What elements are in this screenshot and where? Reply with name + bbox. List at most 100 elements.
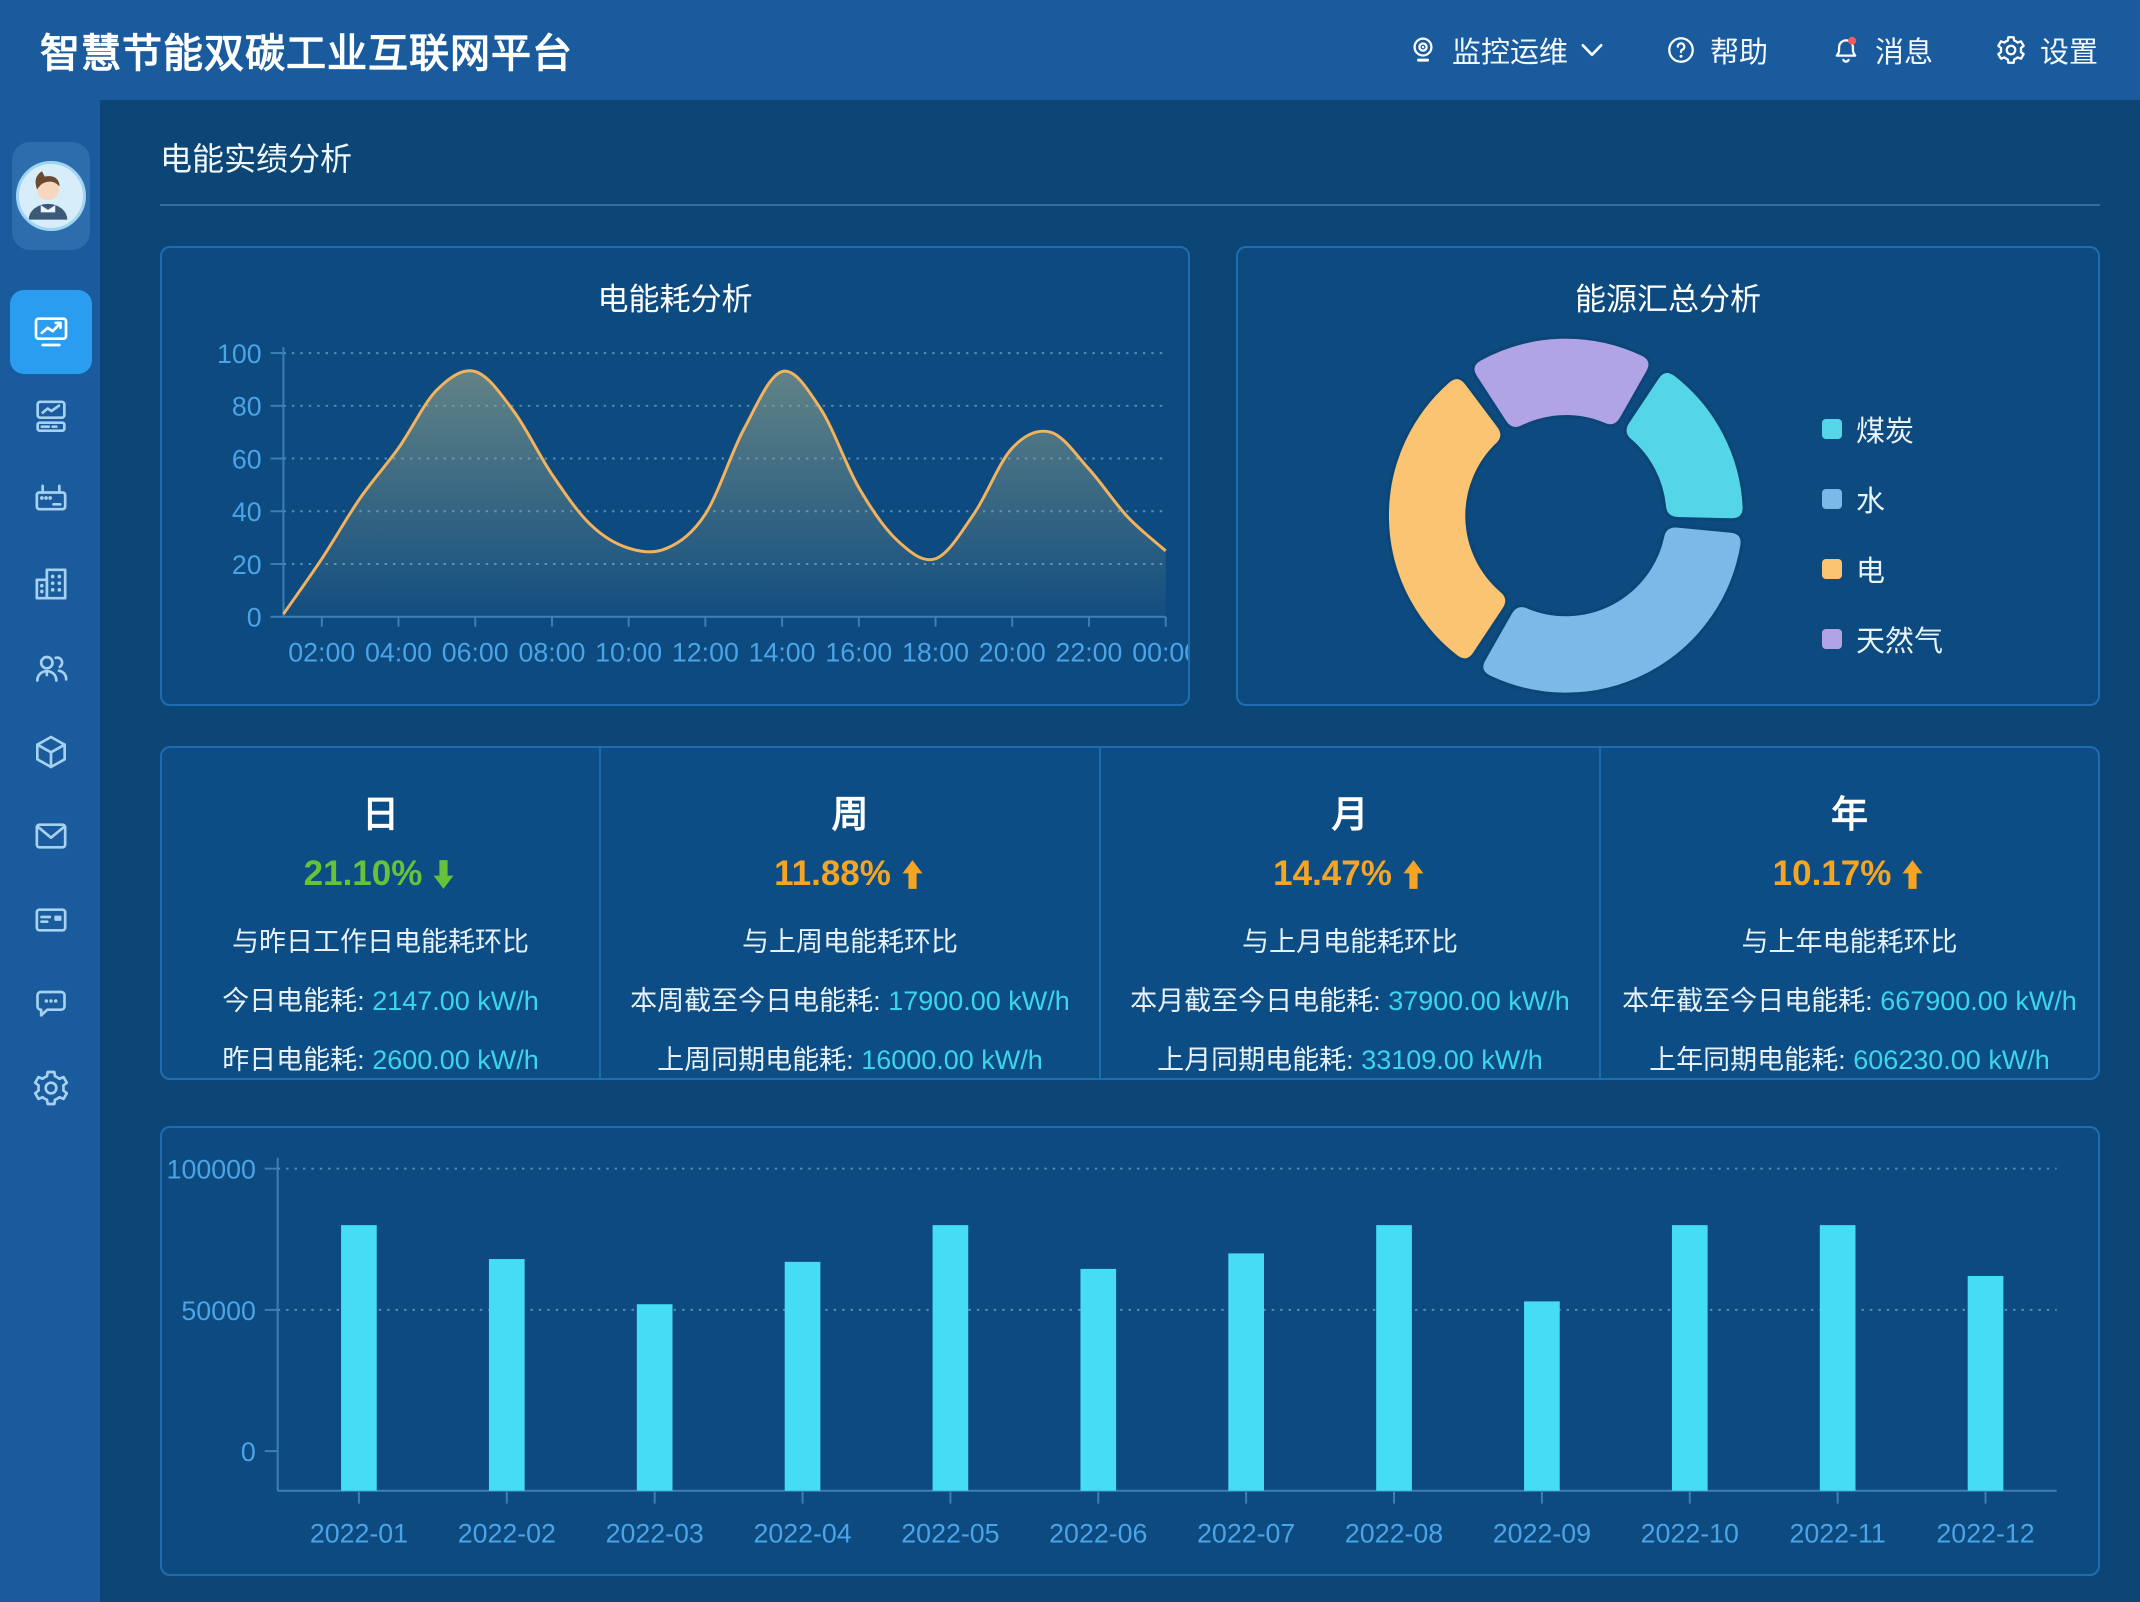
stat-desc: 与上周电能耗环比	[601, 920, 1099, 959]
axis-tick-label: 0	[241, 1437, 256, 1467]
axis-tick-label: 60	[232, 444, 262, 474]
users-group-icon	[31, 648, 71, 688]
menu-item-label: 监控运维	[1452, 29, 1568, 71]
legend-label: 煤炭	[1856, 408, 1914, 450]
stat-percent-value: 11.88%	[774, 854, 891, 894]
bar-2022-03[interactable]	[637, 1304, 673, 1491]
axis-tick-label: 2022-12	[1936, 1518, 2034, 1548]
system-settings-icon	[31, 1068, 71, 1108]
help-icon	[1665, 34, 1697, 66]
stat-row-label: 上周同期电能耗:	[657, 1045, 861, 1075]
bar-chart[interactable]: 0500001000002022-012022-022022-032022-04…	[162, 1128, 2098, 1574]
notification-badge-dot	[1848, 37, 1856, 45]
donut-slice-天然气[interactable]	[1473, 337, 1650, 428]
menu-item-label: 消息	[1875, 29, 1933, 71]
stat-value: 17900.00 kW/h	[888, 986, 1070, 1016]
monthly-energy-panel: 0500001000002022-012022-022022-032022-04…	[160, 1126, 2100, 1576]
bar-2022-09[interactable]	[1524, 1301, 1560, 1490]
stat-card: 周 11.88% 与上周电能耗环比 本周截至今日电能耗: 17900.00 kW…	[599, 748, 1099, 1078]
stat-value: 37900.00 kW/h	[1388, 986, 1570, 1016]
stat-row-label: 本周截至今日电能耗:	[630, 986, 888, 1016]
bar-2022-12[interactable]	[1968, 1276, 2004, 1491]
axis-tick-label: 16:00	[825, 637, 892, 667]
sidebar-item-messages[interactable]	[10, 794, 92, 878]
axis-tick-label: 12:00	[672, 637, 739, 667]
axis-tick-label: 100000	[167, 1155, 256, 1185]
donut-slice-电[interactable]	[1387, 378, 1506, 660]
axis-tick-label: 2022-06	[1049, 1518, 1147, 1548]
axis-tick-label: 2022-04	[753, 1518, 851, 1548]
stat-row-label: 上月同期电能耗:	[1157, 1045, 1361, 1075]
axis-tick-label: 14:00	[749, 637, 816, 667]
legend-item-水[interactable]: 水	[1822, 478, 1943, 520]
axis-tick-label: 2022-11	[1790, 1518, 1886, 1548]
axis-tick-label: 22:00	[1056, 637, 1123, 667]
bar-2022-02[interactable]	[489, 1259, 525, 1491]
axis-tick-label: 18:00	[902, 637, 969, 667]
sidebar-item-energy-analysis[interactable]	[10, 290, 92, 374]
bar-2022-05[interactable]	[933, 1225, 969, 1491]
app-header: 智慧节能双碳工业互联网平台 监控运维 帮助	[0, 0, 2140, 100]
sidebar-item-dashboard[interactable]	[10, 374, 92, 458]
legend-item-天然气[interactable]: 天然气	[1822, 618, 1943, 660]
bar-2022-04[interactable]	[785, 1262, 821, 1491]
menu-item-help[interactable]: 帮助	[1665, 29, 1768, 71]
stat-card: 月 14.47% 与上月电能耗环比 本月截至今日电能耗: 37900.00 kW…	[1099, 748, 1599, 1078]
menu-item-settings[interactable]: 设置	[1995, 29, 2098, 71]
chat-comments-icon	[31, 984, 71, 1024]
legend-item-煤炭[interactable]: 煤炭	[1822, 408, 1943, 450]
sidebar-item-settings[interactable]	[10, 1046, 92, 1130]
stat-row: 昨日电能耗: 2600.00 kW/h	[162, 1038, 599, 1077]
sidebar	[0, 100, 100, 1602]
stats-row: 日 21.10% 与昨日工作日电能耗环比 今日电能耗: 2147.00 kW/h…	[160, 746, 2100, 1080]
stat-value: 2147.00 kW/h	[372, 986, 539, 1016]
trend-chart-icon	[31, 312, 71, 352]
sidebar-item-enterprise[interactable]	[10, 542, 92, 626]
stat-row-label: 上年同期电能耗:	[1649, 1045, 1853, 1075]
legend-marker	[1822, 629, 1842, 649]
stat-card: 年 10.17% 与上年电能耗环比 本年截至今日电能耗: 667900.00 k…	[1599, 748, 2098, 1078]
stat-value: 33109.00 kW/h	[1361, 1045, 1543, 1075]
bar-2022-08[interactable]	[1376, 1225, 1412, 1491]
user-avatar[interactable]	[12, 142, 90, 250]
device-terminal-icon	[31, 480, 71, 520]
stat-rows: 本周截至今日电能耗: 17900.00 kW/h 上周同期电能耗: 16000.0…	[601, 979, 1099, 1077]
sidebar-item-devices[interactable]	[10, 458, 92, 542]
axis-tick-label: 2022-07	[1197, 1518, 1295, 1548]
sidebar-item-assets[interactable]	[10, 710, 92, 794]
sidebar-item-users[interactable]	[10, 626, 92, 710]
axis-tick-label: 2022-01	[310, 1518, 408, 1548]
page-title: 电能实绩分析	[160, 134, 2100, 180]
axis-tick-label: 08:00	[518, 637, 585, 667]
stat-row-label: 本年截至今日电能耗:	[1622, 986, 1880, 1016]
donut-chart-title: 能源汇总分析	[1238, 274, 2098, 319]
stat-row-label: 今日电能耗:	[222, 986, 372, 1016]
menu-item-monitor-ops[interactable]: 监控运维	[1407, 29, 1603, 71]
sidebar-item-billing[interactable]	[10, 878, 92, 962]
title-divider	[160, 204, 2100, 206]
bar-2022-01[interactable]	[341, 1225, 377, 1491]
axis-tick-label: 2022-08	[1345, 1518, 1443, 1548]
bar-2022-11[interactable]	[1820, 1225, 1856, 1491]
stat-percent: 14.47%	[1101, 854, 1599, 894]
menu-item-messages[interactable]: 消息	[1830, 29, 1933, 71]
sidebar-nav	[0, 290, 100, 1130]
stat-row: 上年同期电能耗: 606230.00 kW/h	[1601, 1038, 2098, 1077]
sidebar-item-feedback[interactable]	[10, 962, 92, 1046]
bar-2022-10[interactable]	[1672, 1225, 1708, 1491]
axis-tick-label: 0	[247, 603, 262, 633]
header-menu: 监控运维 帮助 消息 设置	[1407, 29, 2140, 71]
asset-cube-icon	[31, 732, 71, 772]
stat-rows: 本年截至今日电能耗: 667900.00 kW/h上年同期电能耗: 606230…	[1601, 979, 2098, 1077]
legend-item-电[interactable]: 电	[1822, 548, 1943, 590]
donut-slice-煤炭[interactable]	[1625, 371, 1744, 519]
bar-2022-06[interactable]	[1080, 1269, 1116, 1491]
bar-2022-07[interactable]	[1228, 1253, 1264, 1490]
stat-value: 2600.00 kW/h	[372, 1045, 539, 1075]
stat-period-label: 周	[601, 784, 1099, 838]
trend-arrow-icon	[1400, 859, 1427, 890]
legend-marker	[1822, 489, 1842, 509]
stat-row: 上周同期电能耗: 16000.00 kW/h	[601, 1038, 1099, 1077]
donut-slice-水[interactable]	[1482, 526, 1742, 694]
energy-summary-panel: 能源汇总分析 煤炭水电天然气	[1236, 246, 2100, 706]
